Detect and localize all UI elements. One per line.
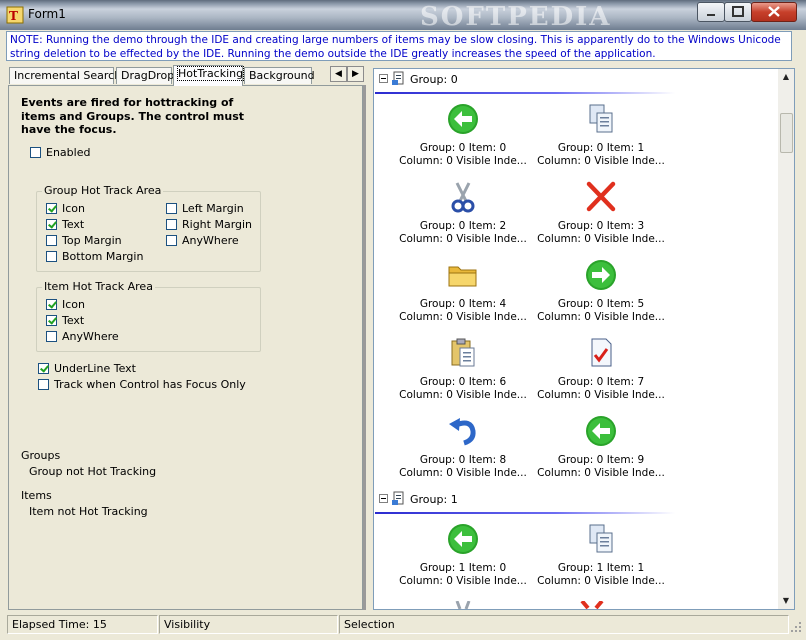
group-top-margin-checkbox[interactable] [46,235,57,246]
clipboard-icon [451,338,475,367]
list-item[interactable]: Group: 0 Item: 5 Column: 0 Visible Inde..… [531,259,671,324]
copy-icon [589,524,613,553]
items-heading: Items [21,489,52,502]
underline-text-label: UnderLine Text [54,362,136,375]
arrow-left-green-icon [586,416,616,446]
group-1-divider [375,512,675,514]
group-icon-checkbox[interactable] [46,203,57,214]
track-focus-checkbox[interactable] [38,379,49,390]
minimize-button[interactable] [697,2,725,22]
note-text: NOTE: Running the demo through the IDE a… [6,31,792,61]
arrow-left-green-icon [448,524,478,554]
group-bottom-margin-checkbox[interactable] [46,251,57,262]
group-1-label: Group: 1 [410,493,458,506]
folder-icon [448,266,477,287]
group-anywhere-checkbox[interactable] [166,235,177,246]
group-0-collapse-toggle[interactable] [379,74,388,83]
list-item[interactable]: Group: 0 Item: 3 Column: 0 Visible Inde..… [531,181,671,246]
group-header-icon [392,491,404,505]
scroll-down-button[interactable]: ▼ [778,593,794,609]
group-text-label: Text [62,218,85,231]
tab-incremental-search[interactable]: Incremental Search [9,67,121,84]
group-bottom-margin-label: Bottom Margin [62,250,144,263]
copy-icon [589,104,613,133]
item-icon-label: Icon [62,298,85,311]
vertical-scrollbar[interactable]: ▲ ▼ [778,69,794,609]
scissors-icon [455,601,471,609]
app-icon[interactable]: T [6,6,24,24]
watermark: SOFTPEDIA [420,2,612,32]
group-right-margin-label: Right Margin [182,218,253,231]
window-title: Form1 [28,7,66,21]
group-left-margin-label: Left Margin [182,202,244,215]
group-anywhere-label: AnyWhere [182,234,239,247]
item-icon-checkbox[interactable] [46,299,57,310]
tab-scroll-right-button[interactable]: ▶ [347,66,364,82]
title-bar[interactable]: SOFTPEDIA [0,0,806,32]
item-hot-track-title: Item Hot Track Area [42,280,155,293]
tab-background[interactable]: Background [244,67,315,84]
list-item[interactable]: Group: 0 Item: 4 Column: 0 Visible Inde..… [393,259,533,324]
groups-heading: Groups [21,449,61,462]
item-text-label: Text [62,314,85,327]
group-text-checkbox[interactable] [46,219,57,230]
group-left-margin-checkbox[interactable] [166,203,177,214]
item-text-checkbox[interactable] [46,315,57,326]
close-icon [768,6,780,17]
items-status: Item not Hot Tracking [29,505,148,518]
status-elapsed-time: Elapsed Time: 15 [7,615,158,634]
scroll-up-button[interactable]: ▲ [778,69,794,85]
arrow-right-green-icon [586,260,616,290]
triangle-left-icon: ◀ [335,69,342,79]
triangle-up-icon: ▲ [782,72,790,81]
tab-scroll-left-button[interactable]: ◀ [330,66,347,82]
scroll-thumb[interactable] [780,113,793,153]
delete-x-icon [580,601,604,609]
list-item[interactable]: Group: 0 Item: 2 Column: 0 Visible Inde..… [393,181,533,246]
group-right-margin-checkbox[interactable] [166,219,177,230]
track-focus-label: Track when Control has Focus Only [54,378,246,391]
triangle-right-icon: ▶ [352,69,359,79]
close-button[interactable] [751,2,797,22]
group-header-icon [392,71,404,85]
group-icon-label: Icon [62,202,85,215]
status-visibility: Visibility [159,615,338,634]
status-selection: Selection [339,615,789,634]
item-anywhere-label: AnyWhere [62,330,119,343]
list-item[interactable]: Group: 1 Item: 0 Column: 0 Visible Inde..… [393,523,533,588]
enabled-checkbox[interactable] [30,147,41,158]
group-0-divider [375,92,675,94]
tab-dragdrop[interactable]: DragDrop [116,67,174,84]
enabled-label: Enabled [46,146,91,159]
list-item[interactable]: Group: 1 Item: 1 Column: 0 Visible Inde..… [531,523,671,588]
item-anywhere-checkbox[interactable] [46,331,57,342]
undo-icon [449,418,476,446]
list-item[interactable]: Group: 0 Item: 6 Column: 0 Visible Inde..… [393,337,533,402]
triangle-down-icon: ▼ [782,596,790,605]
list-item[interactable]: Group: 0 Item: 7 Column: 0 Visible Inde..… [531,337,671,402]
arrow-left-green-icon [448,104,478,134]
group-0-label: Group: 0 [410,73,458,86]
group-1-collapse-toggle[interactable] [379,494,388,503]
maximize-button[interactable] [724,2,752,22]
delete-x-icon [586,181,616,212]
underline-text-checkbox[interactable] [38,363,49,374]
group-top-margin-label: Top Margin [62,234,122,247]
svg-text:T: T [9,9,18,23]
maximize-icon [732,6,744,17]
list-item[interactable]: Group: 0 Item: 0 Column: 0 Visible Inde..… [393,103,533,168]
group-hot-track-title: Group Hot Track Area [42,184,164,197]
resize-grip-icon[interactable] [790,621,802,633]
document-check-icon [591,338,612,367]
splitter[interactable] [363,85,366,610]
tab-hottracking[interactable]: HotTracking [173,65,245,86]
list-item[interactable]: Group: 0 Item: 1 Column: 0 Visible Inde..… [531,103,671,168]
scissors-icon [451,182,475,213]
list-item[interactable]: Group: 0 Item: 9 Column: 0 Visible Inde..… [531,415,671,480]
minimize-icon [707,14,715,16]
panel-description: Events are fired for hottracking of item… [21,96,245,136]
list-item[interactable]: Group: 0 Item: 8 Column: 0 Visible Inde..… [393,415,533,480]
groups-status: Group not Hot Tracking [29,465,157,478]
